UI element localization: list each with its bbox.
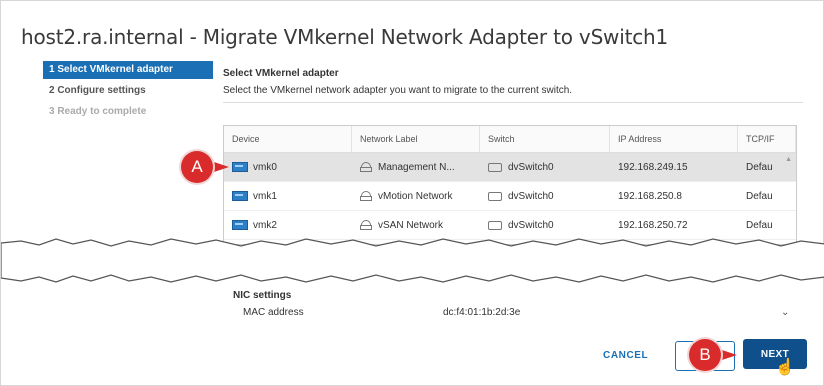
network-adapter-icon <box>232 191 248 201</box>
switch-name: dvSwitch0 <box>508 161 554 173</box>
callout-a: A <box>181 151 213 183</box>
switch-cell: dvSwitch0 <box>480 182 610 210</box>
callout-b: B <box>689 339 721 371</box>
network-label: vMotion Network <box>378 190 453 202</box>
migrate-dialog: host2.ra.internal - Migrate VMkernel Net… <box>0 0 824 386</box>
device-name: vmk0 <box>253 161 277 173</box>
content-description: Select the VMkernel network adapter you … <box>223 85 803 103</box>
switch-cell: dvSwitch0 <box>480 153 610 181</box>
step-configure-settings[interactable]: 2 Configure settings <box>43 82 213 100</box>
device-cell: vmk0 <box>224 153 352 181</box>
table-header: Device Network Label Switch IP Address T… <box>224 126 796 153</box>
network-cell: Management N... <box>352 153 480 181</box>
port-group-icon <box>360 191 372 201</box>
dialog-title: host2.ra.internal - Migrate VMkernel Net… <box>21 25 669 49</box>
table-row[interactable]: vmk0 Management N... dvSwitch0 192.168.2… <box>224 153 796 182</box>
mac-address-value: dc:f4:01:1b:2d:3e <box>443 307 521 318</box>
wizard-steps: 1 Select VMkernel adapter 2 Configure se… <box>43 61 213 124</box>
device-name: vmk1 <box>253 190 277 202</box>
column-header-device[interactable]: Device <box>224 126 352 152</box>
content-title: Select VMkernel adapter <box>223 68 339 79</box>
callout-a-pointer <box>211 161 229 173</box>
column-header-ip-address[interactable]: IP Address <box>610 126 738 152</box>
adapter-table: Device Network Label Switch IP Address T… <box>223 125 797 245</box>
column-header-network-label[interactable]: Network Label <box>352 126 480 152</box>
ip-cell: 192.168.249.15 <box>618 161 688 173</box>
port-group-icon <box>360 162 372 172</box>
network-label: Management N... <box>378 161 455 173</box>
network-adapter-icon <box>232 162 248 172</box>
switch-icon <box>488 191 502 201</box>
network-cell: vMotion Network <box>352 182 480 210</box>
torn-edge-divider <box>1 238 824 283</box>
step-ready-to-complete: 3 Ready to complete <box>49 106 147 117</box>
nic-settings: NIC settings MAC address dc:f4:01:1b:2d:… <box>233 290 520 318</box>
cancel-button[interactable]: CANCEL <box>603 350 648 361</box>
tcp-cell: Defau <box>746 190 773 202</box>
step-select-adapter[interactable]: 1 Select VMkernel adapter <box>43 61 213 79</box>
content-header: Select VMkernel adapter Select the VMker… <box>223 68 803 103</box>
switch-name: dvSwitch0 <box>508 190 554 202</box>
callout-b-pointer <box>719 349 737 361</box>
column-header-tcp-ip[interactable]: TCP/IF <box>738 126 796 152</box>
device-cell: vmk1 <box>224 182 352 210</box>
ip-cell: 192.168.250.8 <box>618 190 682 202</box>
scroll-up-icon[interactable]: ▲ <box>785 156 792 163</box>
switch-icon <box>488 162 502 172</box>
hand-cursor-icon: ☝ <box>775 359 795 376</box>
nic-settings-title: NIC settings <box>233 290 292 301</box>
mac-address-row: MAC address dc:f4:01:1b:2d:3e <box>233 307 520 318</box>
table-row[interactable]: vmk1 vMotion Network dvSwitch0 192.168.2… <box>224 182 796 211</box>
mac-address-label: MAC address <box>243 307 304 318</box>
column-header-switch[interactable]: Switch <box>480 126 610 152</box>
chevron-down-icon[interactable]: ⌄ <box>781 307 789 318</box>
